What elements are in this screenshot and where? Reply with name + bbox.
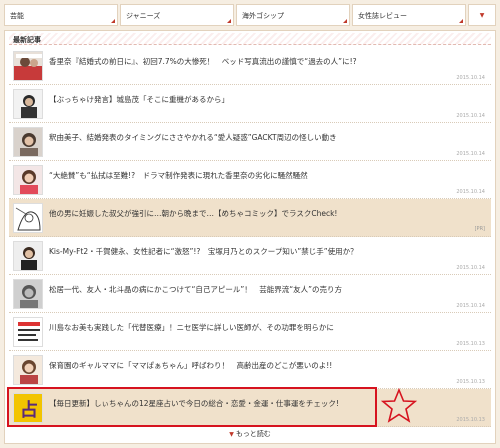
article-item[interactable]: 香里奈『結婚式の前日に』、初回7.7%の大惨死！ ベッド写真流出の謹慎で“過去の… <box>9 47 491 85</box>
article-date: 2015.10.14 <box>456 265 485 271</box>
corner-mark-icon <box>111 19 115 23</box>
article-title[interactable]: 釈由美子、結婚発表のタイミングにささやかれる“愛人疑惑”GACKT周辺の怪しい動… <box>49 132 485 143</box>
triangle-down-icon: ▼ <box>229 431 234 438</box>
article-item[interactable]: 川島なお美も実践した「代替医療」！ニセ医学に詳しい医師が、その功罪を明らかに 2… <box>9 313 491 351</box>
article-thumbnail[interactable] <box>13 203 43 233</box>
article-thumbnail[interactable]: 占 <box>13 393 43 423</box>
article-thumbnail[interactable] <box>13 355 43 385</box>
pr-label: [PR] <box>474 226 485 232</box>
star-icon <box>381 388 417 423</box>
latest-articles-panel: 最新記事 香里奈『結婚式の前日に』、初回7.7%の大惨死！ ベッド写真流出の謹慎… <box>4 30 496 444</box>
read-more-link[interactable]: ▼ もっと読む <box>5 429 495 439</box>
article-thumbnail[interactable] <box>13 241 43 271</box>
svg-text:占: 占 <box>20 399 38 421</box>
article-item[interactable]: 【ぶっちゃけ発言】城島茂「そこに重機があるから」 2015.10.14 <box>9 85 491 123</box>
article-item[interactable]: Kis-My-Ft2・千賀健永、女性記者に“激怒”!? 宝塚月乃とのスクープ知い… <box>9 237 491 275</box>
article-date: 2015.10.14 <box>456 151 485 157</box>
tab-label: 女性誌レビュー <box>358 12 407 20</box>
article-date: 2015.10.14 <box>456 113 485 119</box>
category-tabs: 芸能 ジャニーズ 海外ゴシップ 女性誌レビュー ▼ <box>4 4 496 26</box>
tab-magazine-review[interactable]: 女性誌レビュー <box>352 4 466 26</box>
article-item[interactable]: “大絶賛”も“払拭は至難!? ドラマ制作発表に現れた香里奈の劣化に騒然騒然 20… <box>9 161 491 199</box>
article-date: 2015.10.13 <box>456 379 485 385</box>
article-title[interactable]: 【毎日更新】しぃちゃんの12星座占いで今日の総合・恋愛・金運・仕事運をチェック! <box>49 398 485 409</box>
article-item[interactable]: 松居一代、友人・北斗晶の病にかこつけて“自己アピール”！ 芸能界流“友人”の売り… <box>9 275 491 313</box>
read-more-label: もっと読む <box>235 430 271 438</box>
tab-label: 芸能 <box>10 12 24 20</box>
article-thumbnail[interactable] <box>13 89 43 119</box>
article-date: 2015.10.14 <box>456 303 485 309</box>
article-title[interactable]: “大絶賛”も“払拭は至難!? ドラマ制作発表に現れた香里奈の劣化に騒然騒然 <box>49 170 485 181</box>
article-item[interactable]: 釈由美子、結婚発表のタイミングにささやかれる“愛人疑惑”GACKT周辺の怪しい動… <box>9 123 491 161</box>
corner-mark-icon <box>343 19 347 23</box>
article-title[interactable]: 他の男に妊娠した叔父が強引に…朝から晩まで…【めちゃコミック】でラスクCheck… <box>49 208 485 219</box>
article-thumbnail[interactable] <box>13 127 43 157</box>
tab-overseas-gossip[interactable]: 海外ゴシップ <box>236 4 350 26</box>
corner-mark-icon <box>227 19 231 23</box>
article-thumbnail[interactable] <box>13 317 43 347</box>
article-title[interactable]: 川島なお美も実践した「代替医療」！ニセ医学に詳しい医師が、その功罪を明らかに <box>49 322 485 333</box>
article-item[interactable]: 占 【毎日更新】しぃちゃんの12星座占いで今日の総合・恋愛・金運・仕事運をチェッ… <box>9 389 491 427</box>
article-title[interactable]: 香里奈『結婚式の前日に』、初回7.7%の大惨死！ ベッド写真流出の謹慎で“過去の… <box>49 56 485 67</box>
ad-item[interactable]: 他の男に妊娠した叔父が強引に…朝から晩まで…【めちゃコミック】でラスクCheck… <box>9 199 491 237</box>
article-date: 2015.10.14 <box>456 75 485 81</box>
article-title[interactable]: Kis-My-Ft2・千賀健永、女性記者に“激怒”!? 宝塚月乃とのスクープ知い… <box>49 246 485 257</box>
article-list: 香里奈『結婚式の前日に』、初回7.7%の大惨死！ ベッド写真流出の謹慎で“過去の… <box>9 47 491 427</box>
article-date: 2015.10.14 <box>456 189 485 195</box>
article-date: 2015.10.13 <box>456 417 485 423</box>
section-title: 最新記事 <box>9 33 491 45</box>
article-thumbnail[interactable] <box>13 51 43 81</box>
corner-mark-icon <box>459 19 463 23</box>
article-thumbnail[interactable] <box>13 279 43 309</box>
article-title[interactable]: 保育園のギャルママに「ママぱぁちゃん」呼ばわり！ 高齢出産のどこが悪いのよ!! <box>49 360 485 371</box>
tab-label: 海外ゴシップ <box>242 12 284 20</box>
more-categories-button[interactable]: ▼ <box>468 4 496 26</box>
chevron-down-icon: ▼ <box>479 11 485 19</box>
article-date: 2015.10.13 <box>456 341 485 347</box>
tab-johnnys[interactable]: ジャニーズ <box>120 4 234 26</box>
article-thumbnail[interactable] <box>13 165 43 195</box>
tab-label: ジャニーズ <box>126 12 161 20</box>
tab-geinou[interactable]: 芸能 <box>4 4 118 26</box>
article-title[interactable]: 松居一代、友人・北斗晶の病にかこつけて“自己アピール”！ 芸能界流“友人”の売り… <box>49 284 485 295</box>
article-title[interactable]: 【ぶっちゃけ発言】城島茂「そこに重機があるから」 <box>49 94 485 105</box>
article-item[interactable]: 保育園のギャルママに「ママぱぁちゃん」呼ばわり！ 高齢出産のどこが悪いのよ!! … <box>9 351 491 389</box>
